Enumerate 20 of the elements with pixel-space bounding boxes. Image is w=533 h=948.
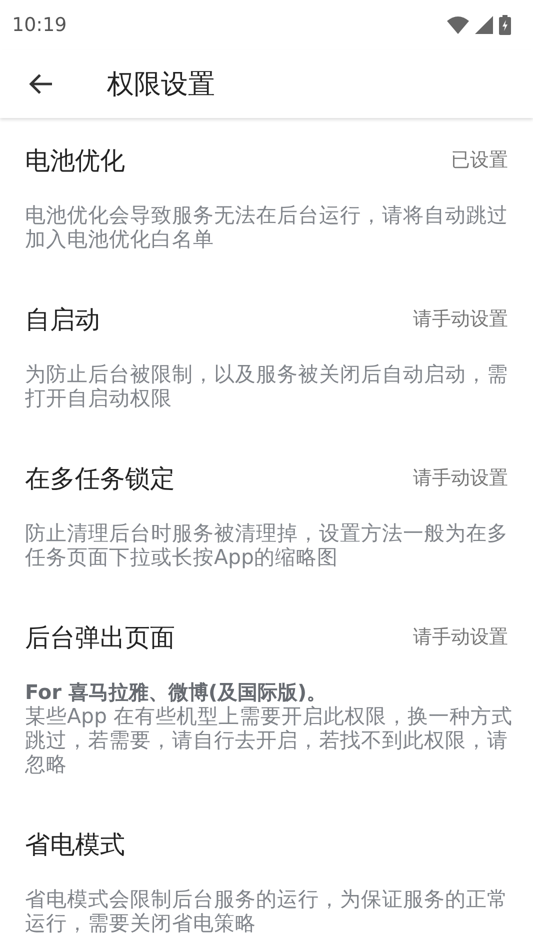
permission-title: 在多任务锁定	[25, 462, 175, 494]
permission-title: 后台弹出页面	[25, 622, 175, 654]
permission-description: 某些App 在有些机型上需要开启此权限，换一种方式跳过，若需要，请自行去开启，若找不到此权限，请忽略	[25, 704, 514, 776]
battery-icon	[499, 15, 511, 35]
signal-icon	[475, 16, 493, 34]
wifi-icon	[447, 16, 469, 34]
permission-note: For 喜马拉雅、微博(及国际版)。	[25, 680, 328, 704]
permission-description: 防止清理后台时服务被清理掉，设置方法一般为在多任务页面下拉或长按App的缩略图	[25, 521, 509, 569]
permission-status[interactable]: 请手动设置	[413, 624, 508, 650]
permission-status[interactable]: 请手动设置	[413, 306, 508, 332]
permission-status[interactable]: 已设置	[451, 147, 508, 173]
permission-status[interactable]: 请手动设置	[413, 465, 508, 491]
permission-title: 电池优化	[25, 144, 125, 176]
permission-description: 省电模式会限制后台服务的运行，为保证服务的正常运行，需要关闭省电策略	[25, 887, 509, 935]
permission-title: 自启动	[25, 304, 100, 336]
status-time: 10:19	[12, 14, 67, 36]
permission-description: 为防止后台被限制，以及服务被关闭后自动启动，需打开自启动权限	[25, 362, 509, 410]
permission-title: 省电模式	[25, 828, 125, 860]
permission-description: 电池优化会导致服务无法在后台运行，请将自动跳过加入电池优化白名单	[25, 203, 509, 251]
page-title: 权限设置	[107, 68, 215, 102]
